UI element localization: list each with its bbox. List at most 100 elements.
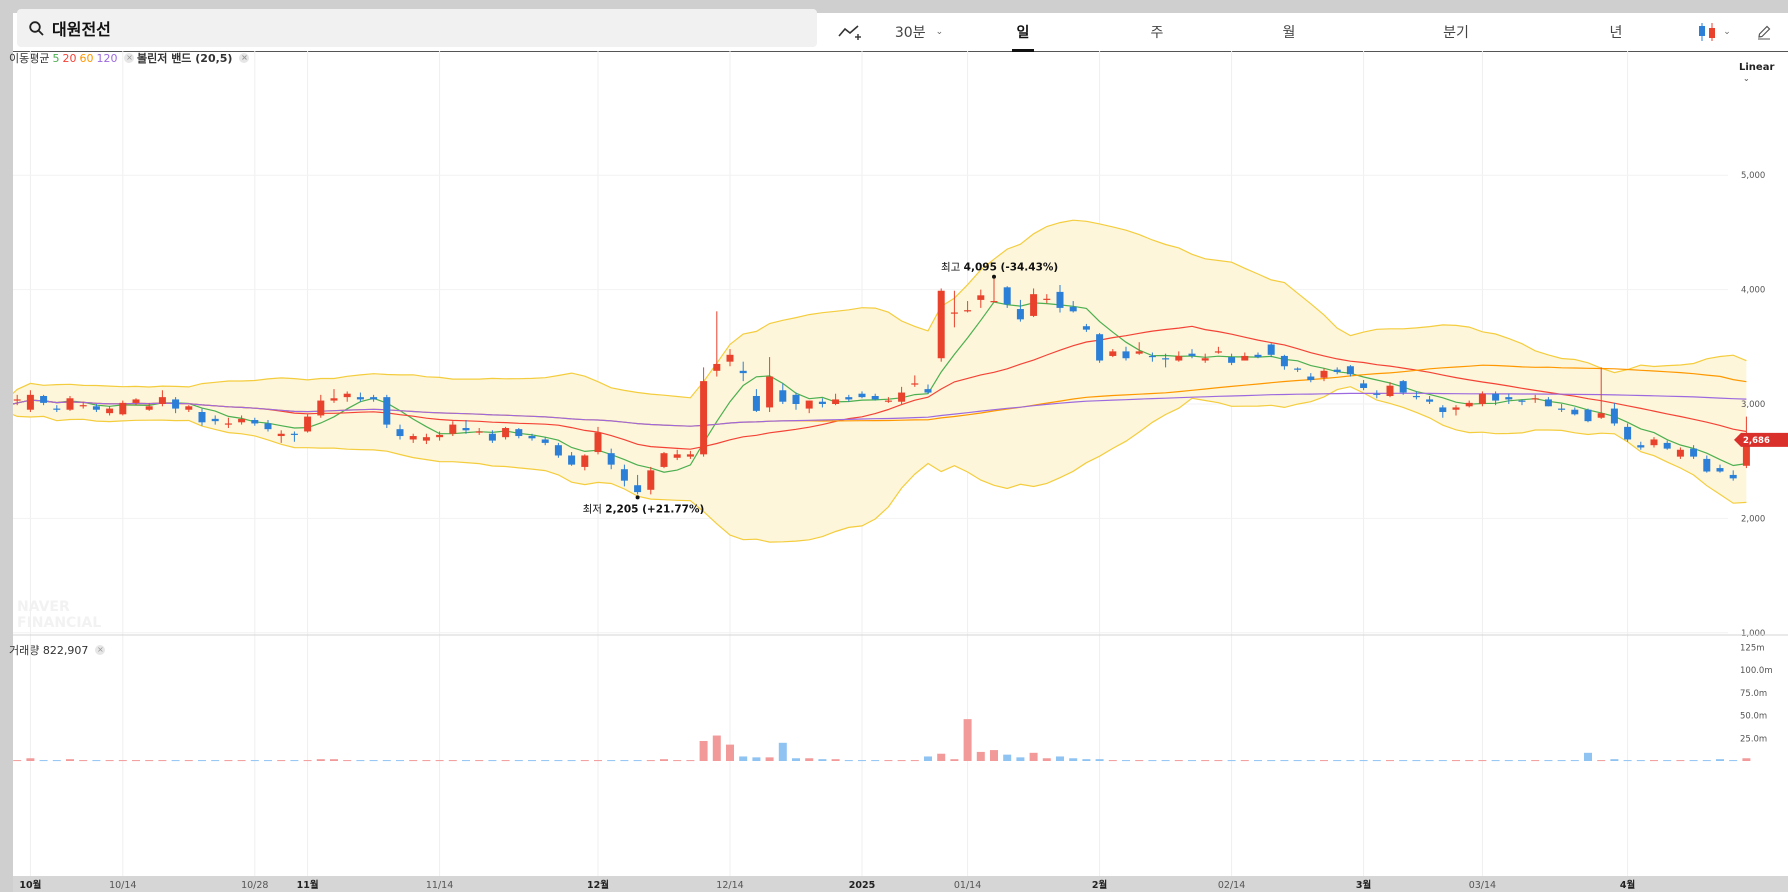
volume-bar [1148,760,1157,762]
volume-bar [462,760,470,762]
candle-body [937,290,945,359]
volume-bar [1716,759,1724,761]
candle-body [1637,445,1645,448]
volume-bar [1702,760,1711,762]
candle-body [1584,409,1592,422]
candle-body [1333,369,1341,372]
volume-bar [752,757,761,761]
candle-body [79,405,87,407]
candle-body [1716,468,1724,472]
candle-body [1162,358,1170,360]
candle-body [1624,426,1632,440]
volume-bar [435,760,444,762]
candle-body [1307,376,1315,380]
volume-bar [1650,760,1658,762]
candle-body [726,354,734,362]
volume-bar [132,760,140,762]
candle-body [1399,381,1407,393]
candle-body [422,437,430,441]
candle-body [964,310,972,312]
date-tick-label: 10/28 [241,880,268,891]
volume-bar [1135,760,1144,762]
volume-bar [330,759,338,761]
candle-body [911,383,919,385]
candle-body [1412,395,1420,398]
volume-bar [237,760,246,762]
volume-bar [1689,760,1698,762]
volume-bar [1082,759,1091,761]
candle-body [132,399,140,403]
price-tick-label: 4,000 [1741,286,1765,296]
volume-bar [198,760,206,762]
volume-bar [1729,760,1738,762]
volume-bar [290,760,299,762]
volume-bar [1214,760,1223,762]
volume-bar [528,760,536,762]
candle-body [845,397,853,400]
volume-bar [145,760,154,762]
volume-bar [1095,759,1104,761]
volume-bar [594,760,602,762]
candle-body [686,454,694,457]
candle-body [1426,399,1434,402]
candle-body [871,395,879,400]
candle-body [1280,355,1288,367]
candle-body [436,434,444,438]
high-prefix: 최고 [941,262,964,274]
candle-body [1729,474,1737,479]
high-annotation: 최고 4,095 (-34.43%) [941,262,1058,274]
volume-bar [39,760,48,762]
candle-body [898,392,906,402]
volume-bar [1544,760,1553,762]
candle-body [1201,358,1209,361]
candle-body [264,423,272,430]
date-tick-label: 2월 [1092,879,1107,891]
candle-body [581,455,589,467]
volume-bar [1584,752,1592,761]
candle-body [515,429,523,437]
volume-bar [1359,760,1368,762]
candle-body [700,381,708,455]
volume-bar [1029,752,1038,761]
date-tick-label: 11월 [297,879,319,891]
candle-body [1544,399,1552,407]
candle-body [1663,442,1671,449]
candle-body [1703,458,1711,472]
volume-bar [316,759,325,761]
volume-bar [264,760,272,762]
candle-body [383,397,391,425]
candle-body [1518,400,1526,402]
candle-body [1043,298,1051,300]
candle-body [805,400,813,409]
candle-body [53,408,61,410]
volume-bar [1610,759,1619,761]
candle-body [1505,397,1513,400]
volume-bar [567,760,576,762]
date-tick-label: 03/14 [1469,880,1496,891]
candle-body [924,389,932,393]
volume-bar [1069,758,1078,761]
volume-bar [844,760,853,762]
volume-bar [871,760,880,762]
price-chart[interactable]: NAVERFINANCIAL 최고 4,095 (-34.43%) 최저 2,205… [13,13,1788,892]
last-price-label: 2,686 [1743,436,1770,446]
volume-bar [580,760,589,762]
volume-bar [1042,758,1051,761]
candle-body [1003,287,1011,305]
candle-body [370,397,378,400]
candle-body [528,436,536,439]
candle-body [1267,344,1275,355]
candle-body [1558,408,1566,410]
candle-body [317,400,325,416]
candle-body [211,418,219,422]
bollinger-band-fill [13,220,1747,543]
candle-body [634,485,642,493]
candle-body [251,420,259,424]
volume-bar [475,760,484,762]
candle-body [884,400,892,402]
volume-bar [26,758,35,761]
candle-body [277,433,285,437]
volume-bar [1188,760,1196,762]
volume-bar [1570,760,1579,762]
volume-bar [1465,760,1474,762]
